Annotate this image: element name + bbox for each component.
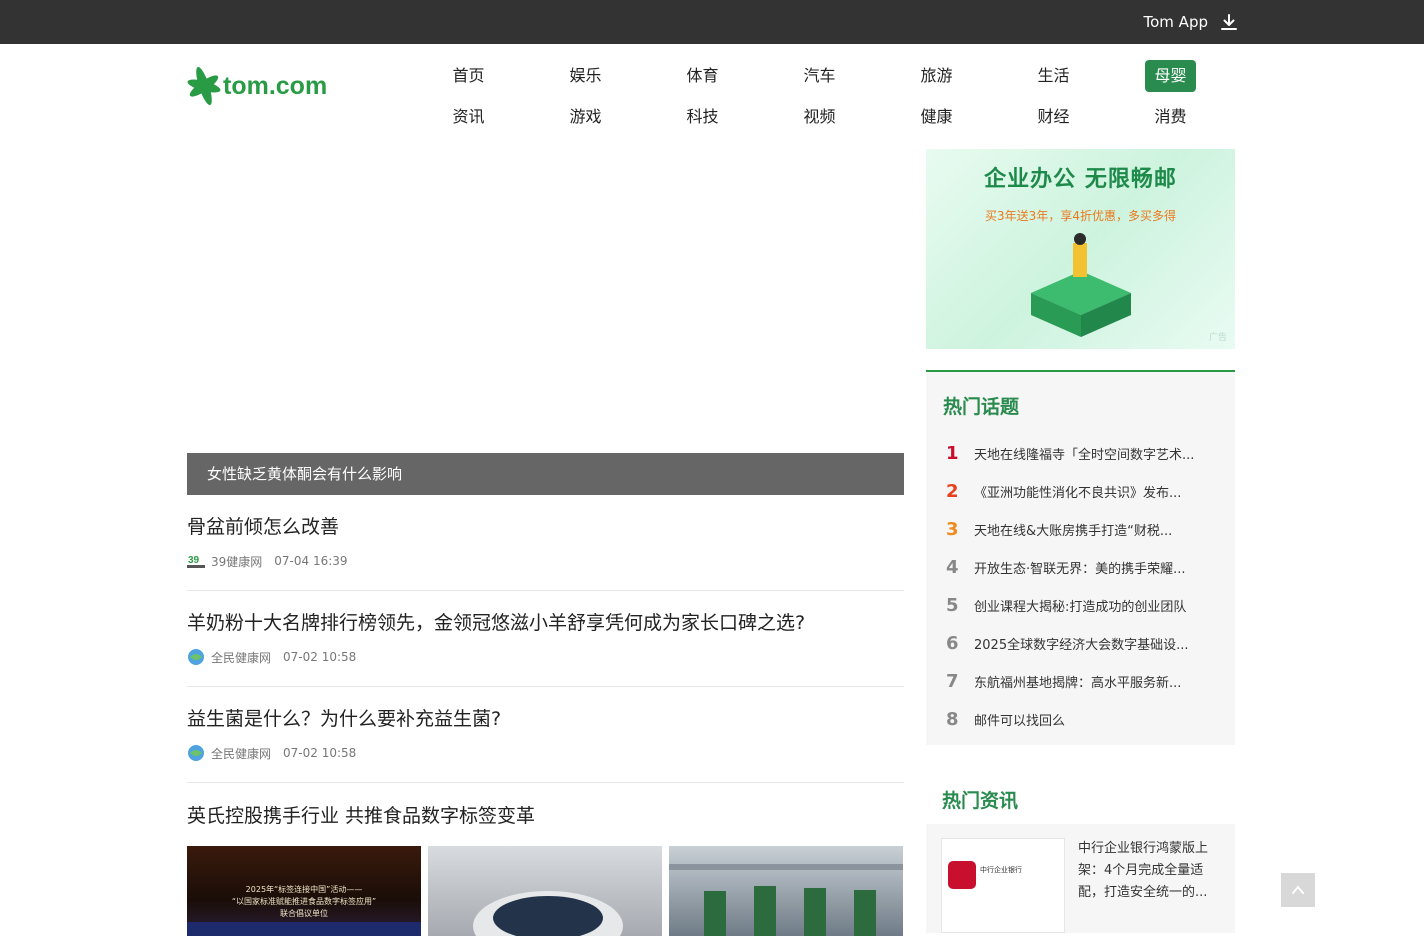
news-item: 益生菌是什么？为什么要补充益生菌? 全民健康网 07-02 10:58 [187,706,904,783]
tom-logo-icon [187,66,221,106]
bank-logo-icon [948,861,976,889]
nav-item-life[interactable]: 生活 [995,60,1112,92]
news-item: 英氏控股携手行业 共推食品数字标签变革 [187,803,904,833]
news-item: 骨盆前倾怎么改善 39 39健康网 07-04 16:39 [187,514,904,591]
logo-text: tom.com [223,71,328,100]
nav-item-home[interactable]: 首页 [410,60,527,92]
hot-topic-item[interactable]: 6 2025全球数字经济大会数字基础设... [946,624,1216,662]
news-image-production-line[interactable] [669,846,903,936]
news-title[interactable]: 英氏控股携手行业 共推食品数字标签变革 [187,803,904,829]
nav-item-health[interactable]: 健康 [878,101,995,133]
rank-number: 6 [946,632,959,654]
news-meta: 全民健康网 07-02 10:58 [187,648,904,666]
production-line-icon [669,864,903,936]
ad-title: 企业办公 无限畅邮 [984,167,1177,192]
event-banner-line: 2025年“标签连接中国”活动—— [245,885,363,894]
thumbnail-label: 中行企业银行 [980,866,1022,874]
hot-topic-text: 《亚洲功能性消化不良共识》发布... [974,485,1182,501]
nav-item-maternity[interactable]: 母婴 [1112,60,1229,92]
hot-topic-item[interactable]: 3 天地在线&大账房携手打造“财税... [946,510,1216,548]
globe-icon [187,744,205,762]
news-time: 07-04 16:39 [274,554,348,568]
hot-topic-item[interactable]: 4 开放生态·智联无界：美的携手荣耀... [946,548,1216,586]
nav-item-auto[interactable]: 汽车 [761,60,878,92]
featured-caption[interactable]: 女性缺乏黄体酮会有什么影响 [187,453,904,495]
nav-item-entertainment[interactable]: 娱乐 [527,60,644,92]
event-banner-line: “以国家标准赋能推进食品数字标签应用” [231,897,377,906]
tom-app-download-link[interactable]: Tom App [1144,0,1238,44]
hot-news-item[interactable]: 中行企业银行 中行企业银行鸿蒙版上架：4个月完成全量适配，打造安全统一的... [926,824,1235,933]
hot-topic-item[interactable]: 7 东航福州基地揭牌：高水平服务新... [946,662,1216,700]
top-bar: Tom App [0,0,1424,44]
rank-number: 7 [946,670,959,692]
rank-number: 4 [946,556,959,578]
hot-topic-text: 天地在线隆福寺「全时空间数字艺术... [974,447,1195,463]
nav-item-games[interactable]: 游戏 [527,101,644,133]
site-logo[interactable]: tom.com [186,64,331,108]
hot-topic-item[interactable]: 8 邮件可以找回么 [946,700,1216,738]
ad-mark: 广告 [1208,333,1227,343]
hot-topic-item[interactable]: 1 天地在线隆福寺「全时空间数字艺术... [946,434,1216,472]
hot-topic-text: 创业课程大揭秘:打造成功的创业团队 [974,599,1187,615]
nav-item-video[interactable]: 视频 [761,101,878,133]
news-meta: 全民健康网 07-02 10:58 [187,744,904,762]
nav-item-sports[interactable]: 体育 [644,60,761,92]
rank-number: 8 [946,708,959,730]
news-meta: 39 39健康网 07-04 16:39 [187,552,904,570]
news-image-event[interactable]: 2025年“标签连接中国”活动—— “以国家标准赋能推进食品数字标签应用” 联合… [187,846,421,936]
rank-number: 1 [946,442,959,464]
nav-item-finance[interactable]: 财经 [995,101,1112,133]
news-source: 全民健康网 [211,650,272,665]
rank-number: 2 [946,480,959,502]
sponsor-strip [187,922,421,936]
download-icon [1221,14,1237,30]
news-source: 39健康网 [211,554,263,569]
hot-topic-item[interactable]: 2 《亚洲功能性消化不良共识》发布... [946,472,1216,510]
nav-item-consumer[interactable]: 消费 [1112,101,1229,133]
office-illustration-icon [1031,233,1131,337]
news-item: 羊奶粉十大名牌排行榜领先，金领冠悠滋小羊舒享凭何成为家长口碑之选? 全民健康网 … [187,610,904,687]
back-to-top-button[interactable] [1281,873,1315,907]
news-image-can[interactable] [428,846,662,936]
hot-topic-text: 2025全球数字经济大会数字基础设... [974,637,1189,653]
news-source: 全民健康网 [211,746,272,761]
chevron-up-icon [1292,885,1304,894]
news-time: 07-02 10:58 [283,746,357,760]
hot-topic-text: 东航福州基地揭牌：高水平服务新... [974,675,1182,691]
news-title[interactable]: 益生菌是什么？为什么要补充益生菌? [187,706,904,732]
ad-banner[interactable]: 企业办公 无限畅邮 买3年送3年，享4折优惠，多买多得 广告 [926,149,1235,349]
ad-subtitle: 买3年送3年，享4折优惠，多买多得 [985,209,1176,223]
event-banner-line: 联合倡议单位 [280,909,328,918]
hot-news-heading: 热门资讯 [942,790,1019,812]
news-title[interactable]: 骨盆前倾怎么改善 [187,514,904,540]
hot-topics-panel: 热门话题 1 天地在线隆福寺「全时空间数字艺术... 2 《亚洲功能性消化不良共识》… [926,370,1235,745]
svg-text:39: 39 [188,555,200,566]
nav-item-news[interactable]: 资讯 [410,101,527,133]
formula-can-icon [473,891,623,936]
hot-topic-text: 天地在线&大账房携手打造“财税... [974,523,1173,539]
news-image-row: 2025年“标签连接中国”活动—— “以国家标准赋能推进食品数字标签应用” 联合… [187,846,904,936]
hot-news-text: 中行企业银行鸿蒙版上架：4个月完成全量适配，打造安全统一的... [1078,841,1209,900]
hot-topic-item[interactable]: 5 创业课程大揭秘:打造成功的创业团队 [946,586,1216,624]
nav-item-tech[interactable]: 科技 [644,101,761,133]
hot-news-thumbnail: 中行企业银行 [941,838,1065,933]
news-title[interactable]: 羊奶粉十大名牌排行榜领先，金领冠悠滋小羊舒享凭何成为家长口碑之选? [187,610,904,636]
hot-topic-text: 邮件可以找回么 [974,713,1066,729]
globe-icon [187,648,205,666]
hot-topic-text: 开放生态·智联无界：美的携手荣耀... [974,561,1186,577]
rank-number: 5 [946,594,959,616]
news-time: 07-02 10:58 [283,650,357,664]
nav-row-2: 资讯 游戏 科技 视频 健康 财经 消费 [410,101,1229,133]
hot-topics-heading: 热门话题 [943,396,1020,418]
rank-number: 3 [946,518,959,540]
tom-app-label: Tom App [1143,13,1208,31]
nav-item-travel[interactable]: 旅游 [878,60,995,92]
nav-row-1: 首页 娱乐 体育 汽车 旅游 生活 母婴 [410,60,1229,92]
39health-logo-icon: 39 [187,552,205,570]
